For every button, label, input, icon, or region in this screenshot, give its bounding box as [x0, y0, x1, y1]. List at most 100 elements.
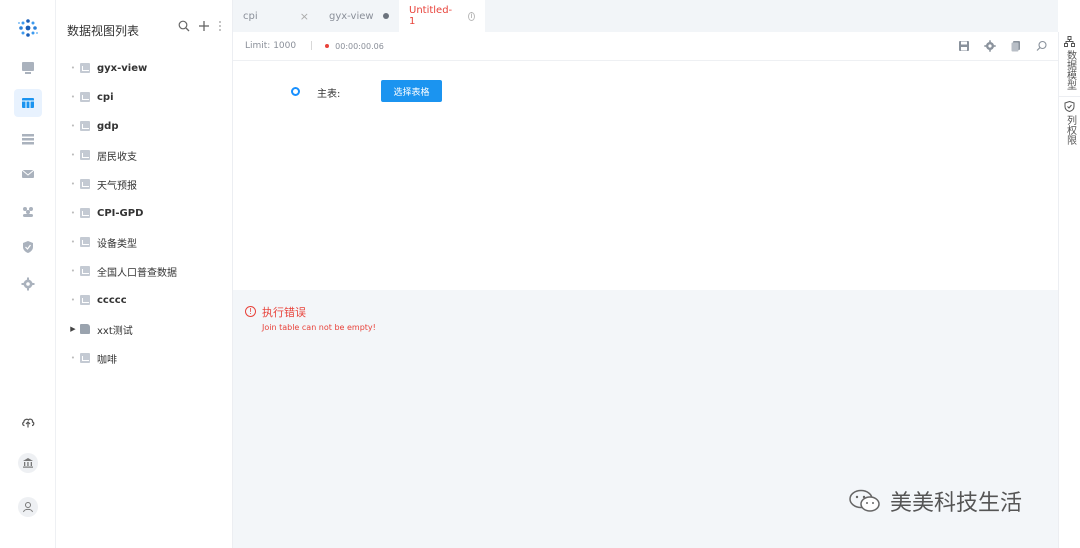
logo	[14, 14, 42, 42]
nav-dashboard[interactable]	[14, 54, 42, 82]
tree-item[interactable]: • CPI-GPD	[66, 203, 143, 223]
view-icon	[80, 179, 90, 189]
tree-item[interactable]: • gyx-view	[66, 58, 147, 78]
view-icon	[80, 237, 90, 247]
tree-caret: •	[70, 209, 76, 217]
tree-caret: •	[70, 296, 76, 304]
tab-label: gyx-view	[329, 10, 374, 22]
nav-dataview[interactable]	[14, 89, 42, 117]
nav-bank[interactable]	[14, 449, 42, 477]
search-icon[interactable]	[178, 20, 190, 32]
nav-dataset[interactable]	[14, 125, 42, 153]
expand-caret-icon[interactable]: ▶	[66, 325, 80, 333]
shield-icon	[23, 241, 33, 253]
folder-icon	[80, 324, 90, 334]
panel-title: 数据视图列表	[67, 24, 140, 38]
nav-settings[interactable]	[14, 270, 42, 298]
bank-icon	[18, 453, 38, 473]
main-table-label: 主表:	[317, 89, 341, 100]
limit-selector[interactable]: Limit: 1000	[245, 41, 296, 51]
tree-item-label: ccccc	[97, 294, 127, 306]
error-message: Join table can not be empty!	[262, 323, 376, 332]
main-table-radio[interactable]	[291, 87, 300, 96]
plus-icon[interactable]	[198, 20, 210, 32]
error-icon: !	[245, 306, 256, 317]
tree-caret: •	[70, 238, 76, 246]
error-title: 执行错误	[262, 306, 306, 319]
more-icon[interactable]	[218, 20, 222, 32]
column-permission-tab[interactable]: 列权限	[1059, 97, 1080, 149]
tree-item-label: CPI-GPD	[97, 207, 144, 219]
view-icon	[80, 295, 90, 305]
tree-item-label: gyx-view	[97, 62, 148, 74]
tree-caret: •	[70, 180, 76, 188]
editor-tabs: cpi × gyx-view Untitled-1 i	[233, 0, 1058, 32]
view-icon	[80, 63, 90, 73]
view-icon	[80, 92, 90, 102]
view-icon	[80, 150, 90, 160]
nav-security[interactable]	[14, 233, 42, 261]
select-table-button[interactable]: 选择表格	[381, 80, 442, 102]
tree-item[interactable]: • ccccc	[66, 290, 127, 310]
copy-icon[interactable]	[1010, 40, 1022, 52]
tree-item[interactable]: • 居民收支	[66, 145, 137, 165]
preview-search-icon[interactable]	[1036, 40, 1048, 52]
nav-upload[interactable]	[14, 408, 42, 436]
join-editor: 主表: 选择表格	[233, 61, 1058, 290]
tree-item-label: 咖啡	[97, 354, 117, 366]
data-model-tab[interactable]: 数据模型	[1059, 32, 1080, 97]
save-icon[interactable]	[958, 40, 970, 52]
tab-cpi[interactable]: cpi ×	[233, 0, 319, 32]
data-model-icon	[1064, 36, 1075, 47]
tree-caret: •	[70, 64, 76, 72]
tree-folder[interactable]: ▶ xxt测试	[66, 319, 133, 339]
user-icon	[18, 497, 38, 517]
tree-caret: •	[70, 122, 76, 130]
data-model-label: 数据模型	[1064, 50, 1076, 90]
tree-caret: •	[70, 354, 76, 362]
tree-item-label: 居民收支	[97, 151, 137, 163]
users-icon	[23, 207, 33, 217]
tree-item[interactable]: • gdp	[66, 116, 119, 136]
tree-item-label: 天气预报	[97, 180, 137, 192]
gear-icon	[21, 277, 35, 291]
watermark-text: 美美科技生活	[889, 491, 1022, 516]
nav-users[interactable]	[14, 197, 42, 225]
tree-item-label: 设备类型	[97, 238, 137, 250]
column-permission-icon	[1064, 101, 1075, 112]
nav-message[interactable]	[14, 160, 42, 188]
tree-item-label: gdp	[97, 120, 119, 132]
view-icon	[80, 208, 90, 218]
tree-item[interactable]: • 全国人口普查数据	[66, 261, 177, 281]
close-icon[interactable]: ×	[300, 10, 309, 23]
logo-icon	[18, 19, 38, 37]
tree-item[interactable]: • 天气预报	[66, 174, 137, 194]
tree-item-label: cpi	[97, 91, 114, 103]
info-icon[interactable]: i	[468, 11, 475, 21]
cloud-upload-icon	[22, 418, 35, 428]
dataview-list-panel: 数据视图列表 • gyx-view • cpi • gdp • 居民收支 • 天气预报 •…	[56, 0, 233, 548]
result-panel: ! 执行错误 Join table can not be empty! 美美科技…	[233, 290, 1058, 548]
app-root: 数据视图列表 • gyx-view • cpi • gdp • 居民收支 • 天气预报 •…	[0, 0, 1080, 548]
tab-untitled-1[interactable]: Untitled-1 i	[399, 0, 485, 32]
panel-tools	[178, 20, 222, 32]
tree-item[interactable]: • 设备类型	[66, 232, 137, 252]
view-icon	[80, 266, 90, 276]
unsaved-dot-icon[interactable]	[383, 13, 389, 19]
right-side-panel: 数据模型 列权限	[1058, 32, 1080, 548]
toolbar-separator: |	[310, 41, 314, 51]
view-icon	[80, 121, 90, 131]
tree-caret: •	[70, 151, 76, 159]
watermark: 美美科技生活	[848, 485, 1022, 517]
settings-icon[interactable]	[984, 40, 996, 52]
tab-gyx-view[interactable]: gyx-view	[319, 0, 399, 32]
tab-label: cpi	[243, 10, 258, 22]
column-permission-label: 列权限	[1064, 115, 1076, 145]
tree-item-label: 全国人口普查数据	[97, 267, 177, 279]
execution-timer: 00:00:00.06	[335, 41, 384, 51]
nav-user[interactable]	[14, 493, 42, 521]
tab-label: Untitled-1	[409, 5, 453, 27]
tree-item[interactable]: • cpi	[66, 87, 114, 107]
wechat-icon	[849, 489, 880, 512]
tree-item[interactable]: • 咖啡	[66, 348, 117, 368]
